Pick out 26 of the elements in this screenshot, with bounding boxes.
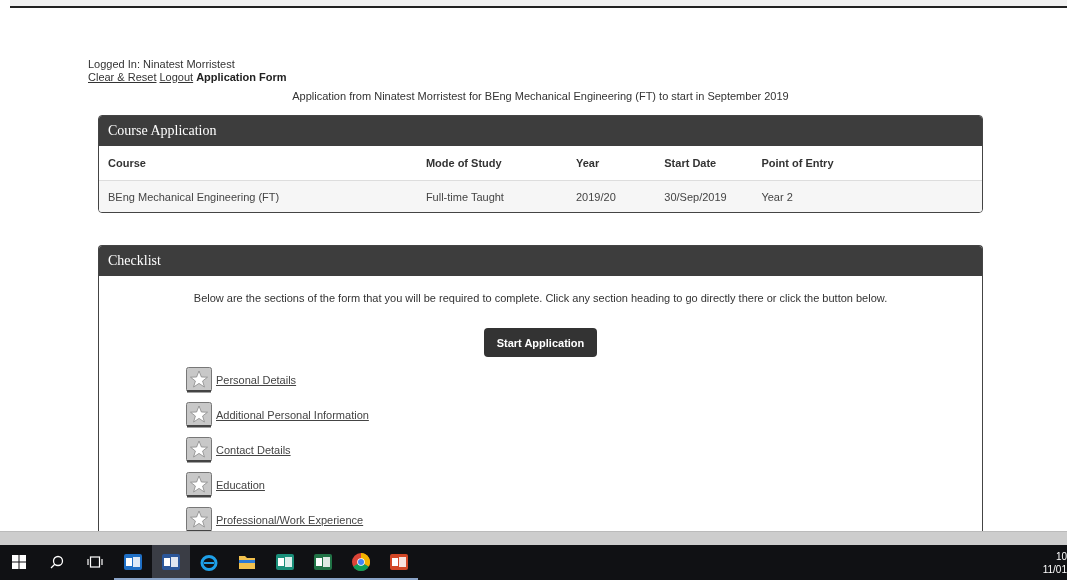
clock-text: 10 <box>1055 549 1067 563</box>
clock-text: 11/01 <box>1042 562 1067 576</box>
section-link[interactable]: Contact Details <box>216 444 291 456</box>
section-link[interactable]: Professional/Work Experience <box>216 514 364 526</box>
nav-link[interactable]: Logout <box>159 71 194 83</box>
table-cell: BEng Mechanical Engineering (FT) <box>99 180 417 212</box>
panel-heading: Course Application <box>99 116 982 146</box>
nav-link[interactable]: Clear & Reset <box>88 71 157 83</box>
column-header: Course <box>99 146 417 181</box>
section-link[interactable]: Education <box>216 479 265 491</box>
panel-heading: Checklist <box>99 246 982 276</box>
column-header: Mode of Study <box>416 146 567 181</box>
section-link[interactable]: Additional Personal Information <box>216 409 369 421</box>
checklist-intro: Below are the sections of the form that you will be required to complete. Click any section heading to go directly there or click the button below. <box>192 291 889 305</box>
start-application-button[interactable]: Start Application <box>483 328 598 357</box>
page-title: Application Form <box>196 71 287 83</box>
table-cell: Full-time Taught <box>416 180 567 212</box>
column-header: Start Date <box>655 146 753 181</box>
table-cell: Year 2 <box>752 180 982 212</box>
table-cell: 30/Sep/2019 <box>655 180 753 212</box>
column-header: Year <box>567 146 656 181</box>
logged-in-text: Logged In: Ninatest Morristest <box>88 58 235 70</box>
application-subtitle: Application from Ninatest Morristest for BEng Mechanical Engineering (FT) to start in September 2019 <box>291 90 790 103</box>
section-link[interactable]: Personal Details <box>216 374 297 386</box>
table-cell: 2019/20 <box>567 180 656 212</box>
column-header: Point of Entry <box>752 146 982 181</box>
